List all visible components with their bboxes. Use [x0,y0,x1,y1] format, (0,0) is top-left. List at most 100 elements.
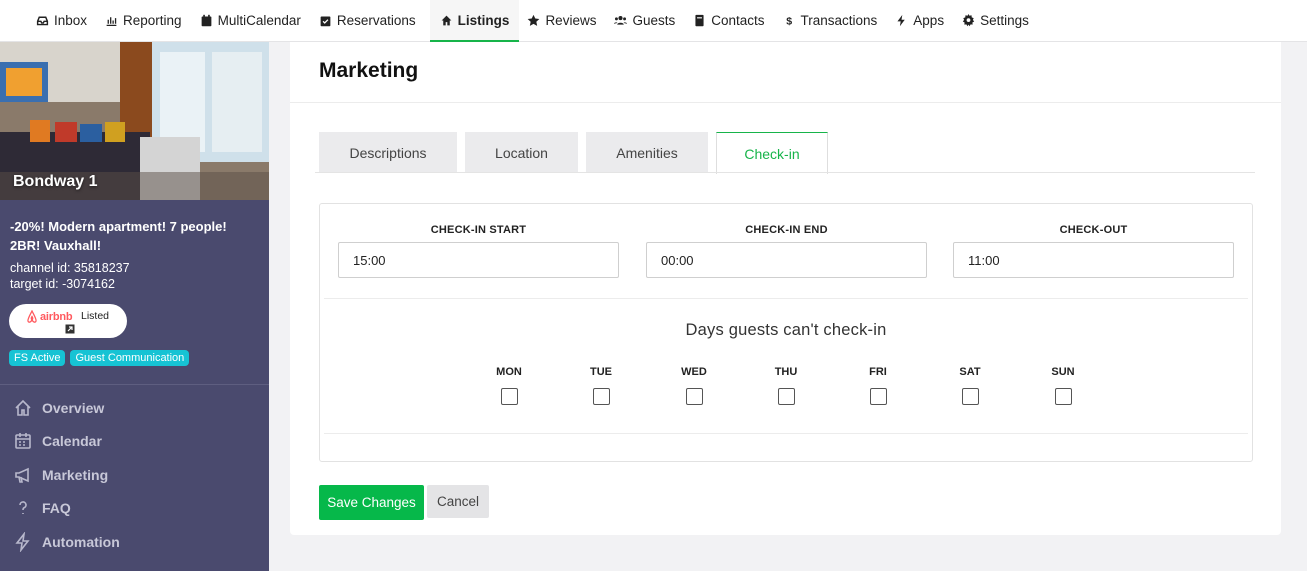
day-label: SUN [1051,366,1075,378]
nav-label: MultiCalendar [217,12,301,28]
tab-amenities[interactable]: Amenities [586,132,708,173]
check-in-end-group: CHECK-IN END [646,224,927,278]
nav-label: Reviews [545,12,597,28]
external-link-icon[interactable] [65,324,75,334]
nav-label: Guests [632,12,676,28]
nav-item-transactions[interactable]: $ Transactions [779,0,888,42]
nav-item-reporting[interactable]: Reporting [101,0,192,42]
day-sun: SUN [1043,366,1083,405]
check-in-start-group: CHECK-IN START [338,224,619,278]
sidebar-item-label: FAQ [42,500,71,517]
nav-label: Inbox [54,12,88,28]
sidebar-item-calendar[interactable]: Calendar [0,425,269,459]
airbnb-status: Listed [81,310,110,322]
listing-sidebar: Bondway 1 -20%! Modern apartment! 7 peop… [0,42,269,571]
sidebar-menu: Overview Calendar Marketing FAQ Automati… [0,385,269,559]
nav-label: Reservations [336,12,416,28]
tab-location[interactable]: Location [465,132,578,173]
cancel-button[interactable]: Cancel [427,485,489,518]
airbnb-logo: airbnb [26,310,73,323]
check-in-start-label: CHECK-IN START [430,224,527,236]
nav-label: Settings [980,12,1029,28]
sidebar-item-overview[interactable]: Overview [0,391,269,425]
check-in-panel: CHECK-IN START CHECK-IN END CHECK-OUT Da… [319,203,1253,462]
nav-label: Listings [457,12,510,28]
tab-descriptions[interactable]: Descriptions [319,132,457,173]
sidebar-item-label: Marketing [42,466,109,483]
sidebar-item-label: Overview [42,399,105,416]
day-tue: TUE [581,366,621,405]
nav-item-listings[interactable]: Listings [429,0,520,42]
badge-fs-active: FS Active [9,350,66,366]
check-out-input[interactable] [953,242,1234,278]
address-book-icon [693,14,706,27]
day-checkbox-thu[interactable] [777,388,795,405]
day-mon: MON [489,366,529,405]
star-icon [527,14,540,27]
day-label: FRI [869,366,887,378]
megaphone-icon [15,467,29,483]
day-thu: THU [766,366,806,405]
page-title: Marketing [319,59,419,82]
users-icon [614,14,628,27]
tabs-divider [315,172,1255,173]
channel-id: channel id: 35818237 [10,261,130,275]
nav-item-contacts[interactable]: Contacts [689,0,774,42]
divider [324,298,1248,299]
sidebar-item-automation[interactable]: Automation [0,525,269,559]
listing-description: -20%! Modern apartment! 7 people! 2BR! V… [10,219,227,253]
sidebar-item-marketing[interactable]: Marketing [0,458,269,492]
day-checkbox-tue[interactable] [592,388,610,405]
marketing-tabs: Descriptions Location Amenities Check-in [319,132,828,174]
check-in-end-label: CHECK-IN END [745,224,828,236]
nav-label: Apps [913,12,945,28]
listing-badges: FS Active Guest Communication [0,338,269,366]
nav-item-inbox[interactable]: Inbox [32,0,97,42]
home-icon [440,14,453,27]
day-fri: FRI [858,366,898,405]
day-label: SAT [959,366,981,378]
inbox-icon [36,14,49,27]
nav-label: Transactions [800,12,878,28]
day-checkbox-sat[interactable] [961,388,979,405]
listing-name: Bondway 1 [13,173,98,190]
nav-item-reviews[interactable]: Reviews [523,0,606,42]
nav-item-reservations[interactable]: Reservations [315,0,426,42]
nav-item-apps[interactable]: Apps [891,0,954,42]
calendar-check-icon [319,14,332,27]
check-out-group: CHECK-OUT [953,224,1234,278]
sidebar-item-label: Calendar [42,433,102,450]
nav-item-guests[interactable]: Guests [610,0,685,42]
sidebar-item-faq[interactable]: FAQ [0,492,269,526]
tab-check-in[interactable]: Check-in [716,132,828,174]
gear-icon [962,13,975,27]
check-in-start-input[interactable] [338,242,619,278]
nav-item-multicalendar[interactable]: MultiCalendar [196,0,311,42]
nav-label: Reporting [123,12,182,28]
listing-photo[interactable]: Bondway 1 [0,42,269,200]
target-id: target id: -3074162 [10,277,115,291]
marketing-card: Marketing Descriptions Location Amenitie… [290,42,1281,535]
check-in-end-input[interactable] [646,242,927,278]
airbnb-channel-pill[interactable]: airbnb Listed [9,304,127,338]
day-checkbox-fri[interactable] [869,388,887,405]
nav-item-settings[interactable]: Settings [958,0,1039,42]
listing-ids: channel id: 35818237 target id: -3074162 [0,255,269,292]
divider [290,102,1281,103]
dollar-icon: $ [783,14,796,26]
calendar-icon [200,14,213,27]
calendar-outline-icon [15,433,31,450]
day-checkbox-sun[interactable] [1054,388,1072,405]
day-wed: WED [674,366,714,405]
save-changes-button[interactable]: Save Changes [319,485,424,520]
day-label: WED [681,366,707,378]
bolt-icon [895,14,908,27]
airbnb-wordmark: airbnb [40,310,73,323]
day-checkbox-wed[interactable] [685,388,703,405]
day-label: THU [774,366,798,378]
day-checkbox-mon[interactable] [500,388,518,405]
day-label: MON [496,366,522,378]
top-navigation: Inbox Reporting MultiCalendar Reservatio… [0,0,1307,42]
divider [324,433,1248,434]
day-sat: SAT [950,366,990,405]
